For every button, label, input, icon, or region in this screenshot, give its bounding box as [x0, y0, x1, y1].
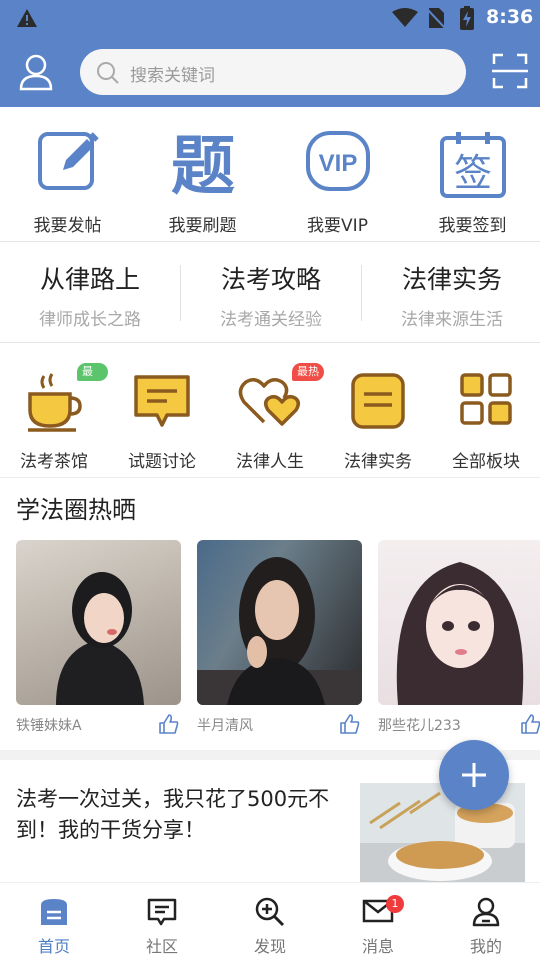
hot-post-card[interactable]: 那些花儿233	[378, 540, 540, 734]
category-law-life[interactable]: 最热 法律人生	[216, 344, 324, 478]
profile-icon	[472, 897, 500, 927]
nav-discover[interactable]: 发现	[216, 883, 324, 960]
thumbs-up-icon[interactable]	[521, 714, 540, 734]
create-post-fab[interactable]	[439, 740, 509, 810]
category-discussion[interactable]: 试题讨论	[108, 344, 216, 478]
category-practice[interactable]: 法律实务	[324, 344, 432, 478]
badge-new: 最新	[77, 363, 108, 396]
article-title[interactable]: 法考一次过关，我只花了500元不到！我的干货分享！	[16, 784, 351, 846]
nav-label: 社区	[145, 937, 178, 956]
quick-action-vip[interactable]: VIP 我要VIP	[270, 108, 405, 242]
wifi-icon	[392, 8, 418, 27]
teacup-icon	[28, 373, 82, 432]
topic-subtitle: 法律来源生活	[401, 310, 503, 330]
topic-card[interactable]: 法考攻略 法考通关经验	[181, 243, 361, 343]
topic-title: 法考攻略	[220, 265, 321, 294]
sign-glyph: 签	[453, 151, 491, 195]
nav-label: 首页	[37, 937, 70, 956]
discover-icon	[255, 897, 285, 927]
nav-home[interactable]: 首页	[0, 883, 108, 960]
vip-icon: VIP	[305, 131, 370, 191]
search-placeholder: 搜索关键词	[130, 66, 215, 86]
category-label: 法律实务	[344, 452, 412, 472]
nav-community[interactable]: 社区	[108, 883, 216, 960]
post-photo[interactable]	[378, 540, 540, 705]
badge-hot: 最热	[292, 363, 324, 381]
category-teahouse[interactable]: 最新 法考茶馆	[0, 344, 108, 478]
hot-post-card[interactable]: 半月清风	[197, 540, 362, 734]
nav-messages[interactable]: 1 消息	[324, 883, 432, 960]
edit-icon	[37, 132, 99, 190]
post-username: 半月清风	[197, 718, 253, 734]
category-label: 法律人生	[236, 452, 304, 472]
chat-board-icon	[134, 375, 190, 427]
category-label: 法考茶馆	[20, 452, 88, 472]
question-glyph: 题	[171, 130, 235, 198]
quick-actions-row: 我要发帖 题 我要刷题 VIP 我要VIP 签 我要签到	[0, 108, 540, 242]
bottom-nav: 首页 社区 发现 1 消息 我的	[0, 882, 540, 960]
vip-glyph: VIP	[318, 150, 357, 177]
nav-label: 我的	[469, 937, 502, 956]
topic-title: 法律实务	[401, 265, 502, 294]
battery-icon	[460, 6, 474, 30]
hot-post-card[interactable]: 铁锤妹妹A	[16, 540, 181, 734]
note-icon	[351, 373, 405, 429]
category-label: 试题讨论	[128, 452, 196, 472]
nav-label: 消息	[361, 937, 394, 956]
status-time: 8:36	[486, 6, 534, 28]
category-row: 最新 法考茶馆 试题讨论 最热 法律人生 法律实务 全部板块	[0, 344, 540, 478]
topic-card[interactable]: 从律路上 律师成长之路	[0, 243, 180, 343]
no-sim-icon	[426, 8, 446, 29]
nav-profile[interactable]: 我的	[432, 883, 540, 960]
post-username: 那些花儿233	[378, 718, 461, 734]
quick-action-label: 我要刷题	[168, 216, 237, 236]
plus-icon	[462, 763, 486, 787]
topic-subtitle: 法考通关经验	[220, 310, 322, 330]
topic-card[interactable]: 法律实务 法律来源生活	[362, 243, 540, 343]
thumbs-up-icon[interactable]	[159, 714, 179, 734]
quick-action-signin[interactable]: 签 我要签到	[405, 108, 540, 242]
quick-action-label: 我要发帖	[33, 216, 102, 236]
home-icon	[41, 899, 67, 925]
quick-action-practice[interactable]: 题 我要刷题	[135, 108, 270, 242]
quick-action-label: 我要签到	[438, 216, 507, 236]
status-bar: 8:36	[0, 0, 540, 36]
category-label: 全部板块	[452, 452, 520, 472]
question-char-icon: 题	[171, 130, 235, 198]
message-count-badge: 1	[386, 895, 404, 913]
post-photo[interactable]	[16, 540, 181, 705]
post-username: 铁锤妹妹A	[16, 718, 82, 734]
section-title: 学法圈热晒	[16, 496, 136, 524]
search-icon	[97, 62, 119, 84]
warning-icon	[17, 9, 37, 27]
user-profile-icon[interactable]	[18, 53, 54, 91]
quick-action-post[interactable]: 我要发帖	[0, 108, 135, 242]
topics-row: 从律路上 律师成长之路 法考攻略 法考通关经验 法律实务 法律来源生活	[0, 243, 540, 343]
nav-label: 发现	[253, 937, 286, 956]
thumbs-up-icon[interactable]	[340, 714, 360, 734]
search-bar[interactable]: 搜索关键词	[80, 49, 466, 95]
scan-icon[interactable]	[492, 53, 528, 89]
community-icon	[147, 898, 177, 926]
post-photo[interactable]	[197, 540, 362, 705]
app-header: 8:36 搜索关键词	[0, 0, 540, 107]
topic-subtitle: 律师成长之路	[39, 310, 141, 330]
quick-action-label: 我要VIP	[307, 216, 368, 236]
grid-icon	[460, 373, 512, 425]
topic-title: 从律路上	[39, 265, 140, 294]
category-all[interactable]: 全部板块	[432, 344, 540, 478]
sign-in-calendar-icon: 签	[439, 132, 506, 198]
